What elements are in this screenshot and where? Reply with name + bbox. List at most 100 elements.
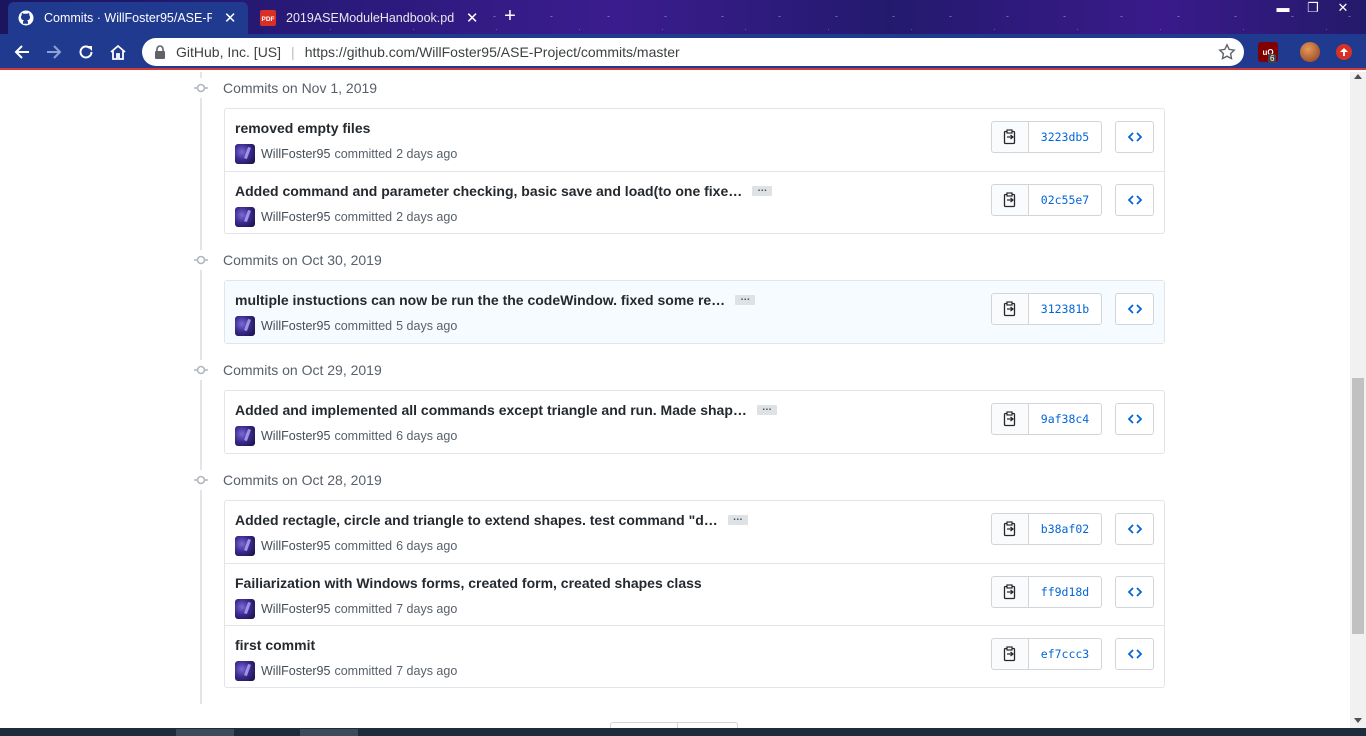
author-link[interactable]: WillFoster95 (261, 210, 330, 224)
commit-sha-link[interactable]: b38af02 (1029, 513, 1102, 545)
commit-sha-link[interactable]: 02c55e7 (1029, 184, 1102, 216)
tab-strip: Commits · WillFoster95/ASE-Project ✕ PDF… (0, 0, 1366, 34)
new-tab-button[interactable]: + (498, 4, 522, 30)
copy-sha-button[interactable] (991, 121, 1029, 153)
minimize-icon[interactable]: ▬ (1268, 0, 1298, 18)
expand-message-button[interactable]: … (735, 293, 756, 305)
author-avatar[interactable] (235, 207, 255, 227)
taskbar-item[interactable] (176, 729, 234, 736)
browser-window: Commits · WillFoster95/ASE-Project ✕ PDF… (0, 0, 1366, 736)
commit-sha-link[interactable]: 9af38c4 (1029, 403, 1102, 435)
expand-message-button[interactable]: … (756, 403, 777, 415)
close-tab-icon[interactable]: ✕ (464, 9, 480, 27)
clipboard-icon (1003, 521, 1016, 537)
commit-message-link[interactable]: first commit (235, 637, 315, 653)
commit-day-header: Commits on Nov 1, 2019 (190, 78, 377, 98)
commit-meta: WillFoster95 committed 7 days ago (235, 599, 457, 619)
sha-button-group: b38af02 (991, 513, 1102, 545)
author-link[interactable]: WillFoster95 (261, 147, 330, 161)
reload-button[interactable] (74, 40, 98, 64)
commit-message-link[interactable]: Added rectagle, circle and triangle to e… (235, 512, 718, 528)
forward-button[interactable] (42, 40, 66, 64)
author-avatar[interactable] (235, 536, 255, 556)
browse-files-button[interactable] (1115, 638, 1154, 670)
commit-row: first commit WillFoster95 committed 7 days … (225, 625, 1164, 687)
expand-message-button[interactable]: … (752, 184, 773, 196)
commit-sha-link[interactable]: 3223db5 (1029, 121, 1102, 153)
browse-files-button[interactable] (1115, 403, 1154, 435)
commit-sha-link[interactable]: ff9d18d (1029, 576, 1102, 608)
code-icon (1127, 524, 1142, 534)
url-text[interactable]: https://github.com/WillFoster95/ASE-Proj… (305, 44, 680, 60)
commit-message-link[interactable]: Added and implemented all commands excep… (235, 402, 747, 418)
author-avatar[interactable] (235, 144, 255, 164)
commit-sha-link[interactable]: 312381b (1029, 293, 1102, 325)
author-avatar[interactable] (235, 316, 255, 336)
url-separator: | (291, 44, 295, 60)
commit-dot-icon (190, 78, 212, 98)
browser-toolbar: GitHub, Inc. [US] | https://github.com/W… (0, 34, 1366, 70)
commit-message-link[interactable]: removed empty files (235, 120, 370, 136)
expand-message-button[interactable]: … (727, 513, 748, 525)
commit-verb: committed (334, 539, 393, 553)
ublock-icon[interactable]: uO 6 (1258, 42, 1278, 63)
author-link[interactable]: WillFoster95 (261, 319, 330, 333)
commit-group: Added rectagle, circle and triangle to e… (224, 500, 1165, 688)
address-bar[interactable]: GitHub, Inc. [US] | https://github.com/W… (142, 38, 1244, 66)
home-icon (110, 44, 126, 60)
pdf-icon: PDF (260, 10, 276, 26)
browse-files-button[interactable] (1115, 121, 1154, 153)
update-icon[interactable] (1336, 44, 1352, 60)
browse-files-button[interactable] (1115, 576, 1154, 608)
commit-message-link[interactable]: Failiarization with Windows forms, creat… (235, 575, 702, 591)
author-link[interactable]: WillFoster95 (261, 664, 330, 678)
commit-message-link[interactable]: Added command and parameter checking, ba… (235, 183, 742, 199)
author-link[interactable]: WillFoster95 (261, 539, 330, 553)
scroll-thumb[interactable] (1352, 378, 1364, 634)
copy-sha-button[interactable] (991, 638, 1029, 670)
commit-day-header: Commits on Oct 30, 2019 (190, 250, 382, 270)
commit-meta: WillFoster95 committed 7 days ago (235, 661, 457, 681)
close-window-icon[interactable]: ✕ (1328, 0, 1358, 18)
taskbar-item[interactable] (300, 729, 358, 736)
browse-files-button[interactable] (1115, 184, 1154, 216)
page-scrollbar[interactable] (1350, 72, 1366, 728)
commit-day-header: Commits on Oct 28, 2019 (190, 470, 382, 490)
copy-sha-button[interactable] (991, 403, 1029, 435)
commit-sha-link[interactable]: ef7ccc3 (1029, 638, 1102, 670)
tab-handbook-pdf[interactable]: PDF 2019ASEModuleHandbook.pdf - ✕ (250, 2, 490, 34)
back-button[interactable] (10, 40, 34, 64)
site-identity[interactable]: GitHub, Inc. [US] (176, 44, 281, 60)
author-avatar[interactable] (235, 599, 255, 619)
author-link[interactable]: WillFoster95 (261, 602, 330, 616)
sha-button-group: ff9d18d (991, 576, 1102, 608)
close-tab-icon[interactable]: ✕ (222, 9, 238, 27)
author-link[interactable]: WillFoster95 (261, 429, 330, 443)
author-avatar[interactable] (235, 426, 255, 446)
commit-day-label: Commits on Oct 30, 2019 (223, 252, 382, 268)
clipboard-icon (1003, 646, 1016, 662)
commit-group: removed empty files WillFoster95 committed… (224, 108, 1165, 234)
browse-files-button[interactable] (1115, 513, 1154, 545)
copy-sha-button[interactable] (991, 184, 1029, 216)
copy-sha-button[interactable] (991, 576, 1029, 608)
author-avatar[interactable] (235, 661, 255, 681)
tab-commits[interactable]: Commits · WillFoster95/ASE-Project ✕ (8, 2, 248, 34)
commit-meta: WillFoster95 committed 2 days ago (235, 144, 457, 164)
copy-sha-button[interactable] (991, 513, 1029, 545)
profile-avatar[interactable] (1300, 42, 1320, 62)
commit-message-link[interactable]: multiple instuctions can now be run the … (235, 292, 725, 308)
home-button[interactable] (106, 40, 130, 64)
scroll-down-arrow-icon[interactable] (1354, 718, 1362, 723)
bookmark-star-icon[interactable] (1218, 43, 1236, 64)
scroll-up-arrow-icon[interactable] (1354, 74, 1362, 79)
commit-day-label: Commits on Oct 29, 2019 (223, 362, 382, 378)
browse-files-button[interactable] (1115, 293, 1154, 325)
commit-time: 5 days ago (396, 319, 458, 333)
copy-sha-button[interactable] (991, 293, 1029, 325)
restore-icon[interactable]: ❐ (1298, 0, 1328, 18)
commit-group: multiple instuctions can now be run the … (224, 280, 1165, 344)
commit-meta: WillFoster95 committed 2 days ago (235, 207, 457, 227)
commit-day-header: Commits on Oct 29, 2019 (190, 360, 382, 380)
commit-message-line: Added rectagle, circle and triangle to e… (235, 512, 748, 528)
